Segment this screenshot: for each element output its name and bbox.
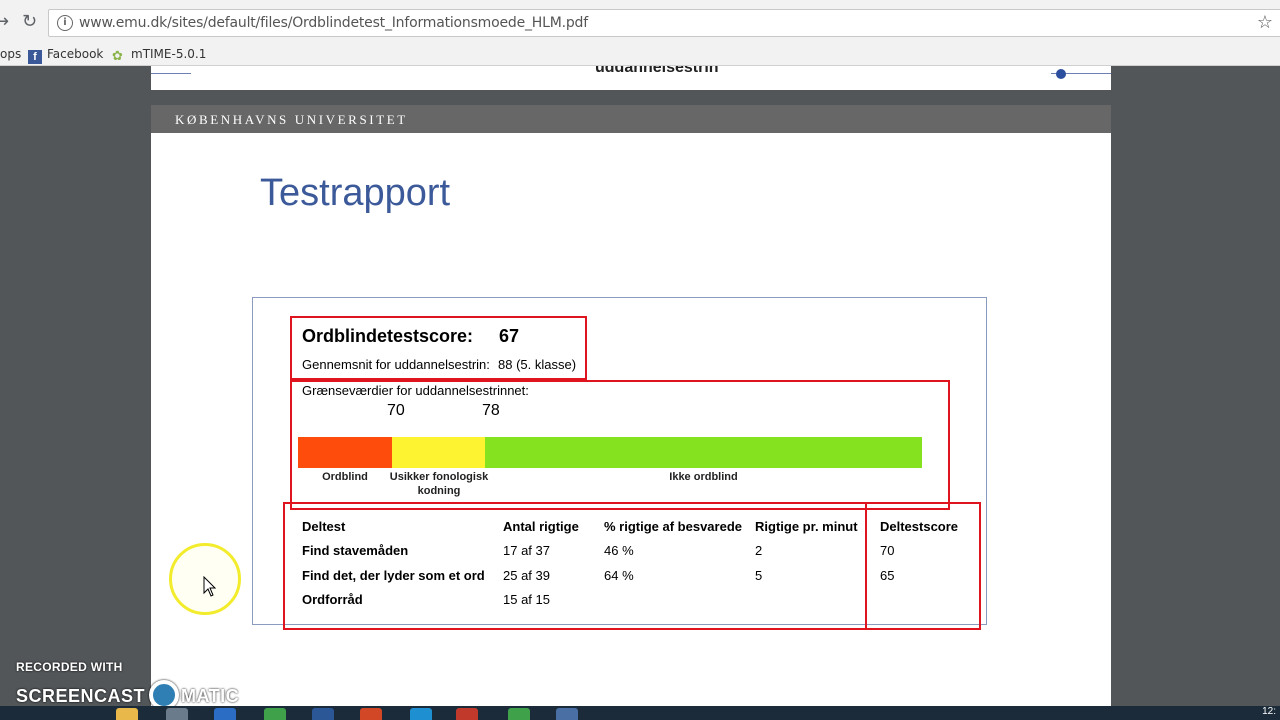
bookmark-apps[interactable]: ops — [0, 45, 21, 65]
table-cell: 70 — [880, 543, 895, 558]
table-header: Deltestscore — [880, 519, 959, 534]
bookmarks-bar: ops f Facebook ✿ mTIME-5.0.1 — [0, 44, 1280, 66]
table-cell: Ordforråd — [302, 592, 363, 607]
table-header: % rigtige af besvarede — [604, 519, 742, 534]
university-header: KØBENHAVNS UNIVERSITET — [151, 105, 1111, 133]
thresholds-label: Grænseværdier for uddannelsestrinnet: — [302, 383, 529, 398]
back-arrow-icon[interactable]: → — [0, 12, 9, 32]
mtime-icon: ✿ — [112, 49, 123, 64]
average-value: 88 (5. klasse) — [498, 357, 577, 372]
facebook-icon: f — [28, 50, 42, 64]
divider-line — [151, 73, 191, 74]
table-cell: Find det, der lyder som et ord — [302, 568, 485, 583]
watermark-line1: RECORDED WITH — [16, 660, 123, 674]
powerpoint-icon[interactable] — [360, 708, 382, 720]
bookmark-mtime[interactable]: ✿ mTIME-5.0.1 — [112, 45, 206, 65]
folder-icon[interactable] — [116, 708, 138, 720]
url-text[interactable]: www.emu.dk/sites/default/files/Ordblinde… — [79, 15, 588, 31]
page-title: Testrapport — [260, 172, 451, 214]
table-cell: 25 af 39 — [503, 568, 550, 583]
threshold-value-2: 78 — [482, 402, 500, 419]
table-cell: Find stavemåden — [302, 543, 409, 558]
pdf-page: KØBENHAVNS UNIVERSITET Testrapport Ordbl… — [151, 105, 1111, 706]
info-icon[interactable]: i — [57, 15, 73, 31]
app-icon[interactable] — [556, 708, 578, 720]
test-report: Ordblindetestscore: 67 Gennemsnit for ud… — [252, 297, 987, 630]
clock: 12: — [1262, 706, 1276, 717]
taskbar: 12: — [0, 706, 1280, 720]
previous-page-title: uddannelsestrin — [595, 66, 719, 76]
scale-label-ordblind: Ordblind — [322, 471, 368, 483]
address-bar[interactable]: i www.emu.dk/sites/default/files/Ordblin… — [48, 9, 1280, 37]
university-name: KØBENHAVNS UNIVERSITET — [175, 112, 408, 127]
table-header: Deltest — [302, 519, 346, 534]
table-cell: 46 % — [604, 543, 634, 558]
scale-segment-ikke-ordblind — [485, 437, 922, 468]
browser-toolbar: → ↻ i www.emu.dk/sites/default/files/Ord… — [0, 0, 1280, 44]
table-cell: 64 % — [604, 568, 634, 583]
slide-dot-icon — [1056, 69, 1066, 79]
watermark-brand-a: SCREENCAST — [16, 686, 146, 706]
scale-segment-ordblind — [298, 437, 392, 468]
store-icon[interactable] — [166, 708, 188, 720]
table-cell: 65 — [880, 568, 895, 583]
bookmark-star-icon[interactable]: ☆ — [1257, 12, 1273, 33]
scale-segment-usikker — [392, 437, 485, 468]
recording-watermark: RECORDED WITH SCREENCAST MATIC — [16, 660, 239, 710]
table-cell: 5 — [755, 568, 763, 583]
table-cell: 15 af 15 — [503, 592, 550, 607]
chrome-icon[interactable] — [264, 708, 286, 720]
scale-label-usikker: Usikker fonologisk kodning — [389, 471, 489, 497]
screencast-icon[interactable] — [456, 708, 478, 720]
score-value: 67 — [499, 326, 520, 346]
app-icon[interactable] — [214, 708, 236, 720]
reload-icon[interactable]: ↻ — [22, 12, 37, 32]
skype-icon[interactable] — [410, 708, 432, 720]
mouse-cursor-icon — [203, 576, 217, 597]
threshold-value-1: 70 — [387, 402, 405, 419]
table-header: Rigtige pr. minut — [755, 519, 858, 534]
scale-label-ikke-ordblind: Ikke ordblind — [669, 471, 738, 483]
browser-icon[interactable] — [508, 708, 530, 720]
previous-page: uddannelsestrin — [151, 66, 1111, 90]
watermark-brand-b: MATIC — [181, 686, 240, 706]
score-scale-bar — [298, 437, 922, 468]
table-header: Antal rigtige — [503, 519, 579, 534]
average-label: Gennemsnit for uddannelsestrin: — [302, 357, 490, 372]
table-cell: 2 — [755, 543, 763, 558]
word-icon[interactable] — [312, 708, 334, 720]
table-cell: 17 af 37 — [503, 543, 550, 558]
score-label: Ordblindetestscore: — [302, 326, 474, 346]
bookmark-facebook[interactable]: f Facebook — [28, 45, 103, 65]
